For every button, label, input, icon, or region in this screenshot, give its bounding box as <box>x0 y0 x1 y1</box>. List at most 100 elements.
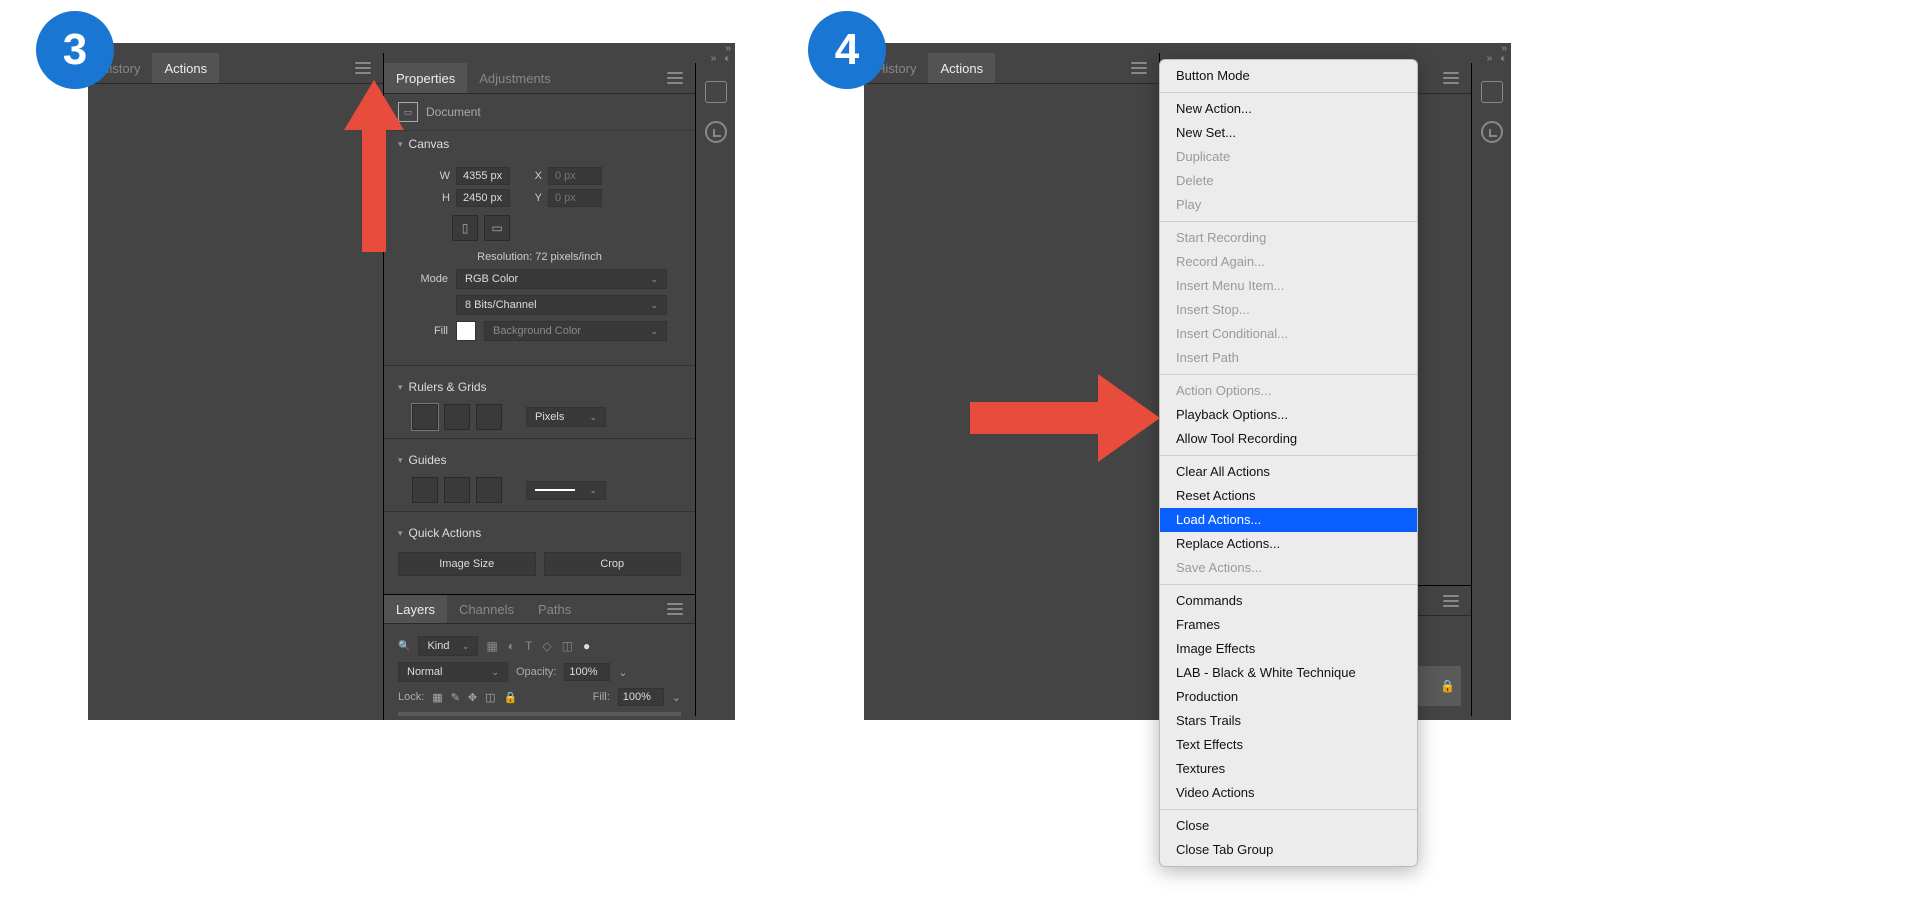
lock-all-icon[interactable]: 🔒 <box>504 691 518 704</box>
chevron-down-icon: ⌄ <box>589 412 597 423</box>
bits-select[interactable]: 8 Bits/Channel⌄ <box>456 295 667 315</box>
menu-item[interactable]: Close <box>1160 814 1417 838</box>
menu-item[interactable]: Allow Tool Recording <box>1160 427 1417 451</box>
menu-item[interactable]: Replace Actions... <box>1160 532 1417 556</box>
lock-artboard-icon[interactable]: ◫ <box>485 691 495 704</box>
annotation-arrow-up <box>344 80 404 252</box>
chevron-icon[interactable]: » <box>725 43 729 53</box>
menu-item: Save Actions... <box>1160 556 1417 580</box>
quick-actions-section[interactable]: ▾Quick Actions <box>384 520 695 546</box>
actions-flyout-menu-button[interactable] <box>343 53 383 83</box>
ruler-button[interactable] <box>412 404 438 430</box>
tab-actions[interactable]: Actions <box>928 53 995 83</box>
chevron-down-icon: ▾ <box>398 382 403 393</box>
guide-btn-3[interactable] <box>476 477 502 503</box>
layer-kind-select[interactable]: Kind⌄ <box>418 636 478 656</box>
blend-mode-select[interactable]: Normal⌄ <box>398 662 508 682</box>
tab-adjustments[interactable]: Adjustments <box>467 63 563 93</box>
x-label: X <box>528 170 542 182</box>
rulers-unit-select[interactable]: Pixels⌄ <box>526 407 606 427</box>
chevron-icon[interactable]: ‹‹ <box>1500 53 1503 63</box>
layers-flyout-button[interactable] <box>655 595 695 623</box>
chevron-icon[interactable]: » <box>1501 43 1505 53</box>
history-icon[interactable] <box>705 121 727 143</box>
menu-item[interactable]: Close Tab Group <box>1160 838 1417 862</box>
y-field[interactable] <box>548 189 602 207</box>
menu-item[interactable]: New Action... <box>1160 97 1417 121</box>
canvas-section[interactable]: ▾Canvas <box>384 131 695 157</box>
menu-item: Insert Conditional... <box>1160 322 1417 346</box>
menu-item[interactable]: Reset Actions <box>1160 484 1417 508</box>
tab-paths[interactable]: Paths <box>526 595 583 623</box>
menu-item[interactable]: Stars Trails <box>1160 709 1417 733</box>
guide-color-select[interactable]: ⌄ <box>526 481 606 500</box>
image-size-button[interactable]: Image Size <box>398 552 536 576</box>
menu-item[interactable]: Playback Options... <box>1160 403 1417 427</box>
width-field[interactable] <box>456 167 510 185</box>
lock-icon: 🔒 <box>1440 679 1455 693</box>
properties-flyout-button[interactable] <box>655 63 695 93</box>
pixel-grid-button[interactable] <box>476 404 502 430</box>
tab-layers[interactable]: Layers <box>384 595 447 623</box>
menu-item: Start Recording <box>1160 226 1417 250</box>
menu-item[interactable]: LAB - Black & White Technique <box>1160 661 1417 685</box>
step-number: 4 <box>835 25 859 75</box>
actions-flyout-menu-button[interactable] <box>1119 53 1159 83</box>
properties-flyout-button[interactable] <box>1431 63 1471 93</box>
menu-separator <box>1160 584 1417 585</box>
guides-section[interactable]: ▾Guides <box>384 447 695 473</box>
grid-button[interactable] <box>444 404 470 430</box>
height-field[interactable] <box>456 189 510 207</box>
document-label: Document <box>426 105 481 119</box>
chevron-down-icon: ⌄ <box>650 274 658 285</box>
menu-item[interactable]: New Set... <box>1160 121 1417 145</box>
chevron-down-icon: ▾ <box>398 455 403 466</box>
lock-position-icon[interactable]: ✥ <box>468 691 477 704</box>
chevron-down-icon: ⌄ <box>650 326 658 337</box>
fill-swatch[interactable] <box>456 321 476 341</box>
menu-item[interactable]: Production <box>1160 685 1417 709</box>
opacity-field[interactable] <box>564 663 610 681</box>
chevron-icon[interactable]: » <box>1487 53 1491 63</box>
menu-item[interactable]: Frames <box>1160 613 1417 637</box>
libraries-icon[interactable] <box>1481 81 1503 103</box>
menu-item[interactable]: Button Mode <box>1160 64 1417 88</box>
annotation-arrow-right <box>970 374 1160 462</box>
tab-actions[interactable]: Actions <box>152 53 219 83</box>
crop-button[interactable]: Crop <box>544 552 682 576</box>
menu-item[interactable]: Clear All Actions <box>1160 460 1417 484</box>
chevron-icon[interactable]: » <box>711 53 715 63</box>
lock-brush-icon[interactable]: ✎ <box>451 691 460 704</box>
history-icon[interactable] <box>1481 121 1503 143</box>
menu-item[interactable]: Image Effects <box>1160 637 1417 661</box>
menu-item: Duplicate <box>1160 145 1417 169</box>
layer-row-background[interactable]: ◉ Background 🔒 <box>398 712 681 716</box>
chevron-icon[interactable]: ‹‹ <box>724 53 727 63</box>
menu-separator <box>1160 374 1417 375</box>
orientation-landscape-button[interactable]: ▭ <box>484 215 510 241</box>
libraries-icon[interactable] <box>705 81 727 103</box>
menu-item: Insert Path <box>1160 346 1417 370</box>
menu-item[interactable]: Textures <box>1160 757 1417 781</box>
side-icon-strip <box>695 63 735 716</box>
orientation-portrait-button[interactable]: ▯ <box>452 215 478 241</box>
fill-select[interactable]: Background Color⌄ <box>484 321 667 341</box>
menu-item[interactable]: Load Actions... <box>1160 508 1417 532</box>
mode-select[interactable]: RGB Color⌄ <box>456 269 667 289</box>
layer-fill-field[interactable] <box>618 688 664 706</box>
guide-btn-1[interactable] <box>412 477 438 503</box>
lock-label: Lock: <box>398 691 424 703</box>
guide-btn-2[interactable] <box>444 477 470 503</box>
y-label: Y <box>528 192 542 204</box>
menu-item[interactable]: Text Effects <box>1160 733 1417 757</box>
fill-label: Fill <box>412 325 448 337</box>
menu-item[interactable]: Video Actions <box>1160 781 1417 805</box>
rulers-section[interactable]: ▾Rulers & Grids <box>384 374 695 400</box>
layer-filter-icons[interactable]: ▦◐T◇◫● <box>486 639 590 653</box>
menu-item[interactable]: Commands <box>1160 589 1417 613</box>
x-field[interactable] <box>548 167 602 185</box>
lock-pixels-icon[interactable]: ▦ <box>432 691 442 704</box>
tab-bar-left: History Actions <box>88 53 383 84</box>
tab-channels[interactable]: Channels <box>447 595 526 623</box>
layers-flyout-button[interactable] <box>1431 586 1471 615</box>
